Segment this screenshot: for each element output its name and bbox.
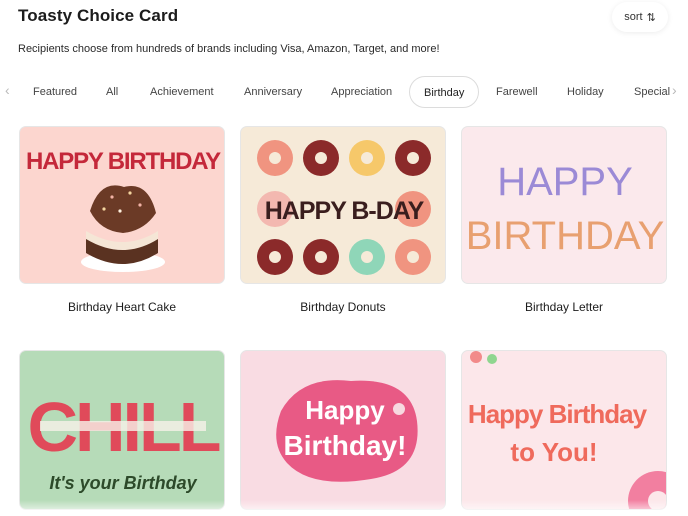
card-art-line1: Happy Birthday [468,399,648,429]
tab-anniversary[interactable]: Anniversary [244,76,302,108]
cake-top [90,185,156,233]
card-chill-birthday[interactable]: CHILL It's your Birthday [19,350,225,510]
donuts-bottom-row [257,239,431,275]
card-birthday-donuts[interactable]: HAPPY B-DAY [240,126,446,284]
sort-arrows-icon: ⇅ [646,11,656,24]
card-art-letter: HAPPY BIRTHDAY [466,160,665,258]
sprinkle [118,209,122,213]
donuts-top-row [257,140,431,176]
tab-holiday[interactable]: Holiday [567,76,604,108]
confetti-dot [487,354,497,364]
sprinkle [138,203,142,207]
card-art-line2: Birthday! [284,430,407,461]
tab-appreciation[interactable]: Appreciation [331,76,392,108]
tab-achievement[interactable]: Achievement [150,76,214,108]
card-label[interactable]: Birthday Donuts [240,300,446,314]
sprinkle [102,207,106,211]
card-art-chill: CHILL It's your Birthday [27,388,222,493]
chevron-right-icon[interactable]: › [672,82,677,98]
tab-all[interactable]: All [106,76,118,108]
category-tabs: ‹ Featured All Achievement Anniversary A… [0,76,688,110]
confetti-dot [470,351,482,363]
tab-birthday[interactable]: Birthday [409,76,480,108]
card-art-text: HAPPY B-DAY [265,197,425,225]
page-subtitle: Recipients choose from hundreds of brand… [18,43,440,55]
card-art-heart-cake: HAPPY BIRTHDAY [26,148,222,272]
card-art-line2: BIRTHDAY [466,214,665,258]
sort-button[interactable]: sort ⇅ [612,2,668,32]
tab-farewell[interactable]: Farewell [496,76,538,108]
card-art-line1: Happy [305,395,385,425]
page-title: Toasty Choice Card [18,6,179,25]
card-art-line2: to You! [510,437,597,467]
sprinkle [128,191,132,195]
card-birthday-letter[interactable]: HAPPY BIRTHDAY [461,126,667,284]
card-art-text: HAPPY BIRTHDAY [26,148,221,175]
card-art-to-you: Happy Birthday to You! [468,351,666,509]
chill-stripe [40,421,206,431]
card-art-donuts: HAPPY B-DAY [257,140,431,275]
tab-featured[interactable]: Featured [33,76,77,108]
card-art-line1: HAPPY [497,160,633,204]
sort-label: sort [624,11,643,23]
tab-special[interactable]: Special [634,76,670,108]
card-birthday-heart-cake[interactable]: HAPPY BIRTHDAY [19,126,225,284]
card-art-bubble: Happy Birthday! [276,380,418,482]
card-happy-birthday-bubble[interactable]: Happy Birthday! [240,350,446,510]
card-art-line2: It's your Birthday [49,473,197,493]
chevron-left-icon[interactable]: ‹ [5,82,10,98]
card-label[interactable]: Birthday Letter [461,300,667,314]
bottom-fade [0,500,688,516]
card-label[interactable]: Birthday Heart Cake [19,300,225,314]
accent-dot [393,403,405,415]
sprinkle [110,195,114,199]
card-happy-birthday-to-you[interactable]: Happy Birthday to You! [461,350,667,510]
